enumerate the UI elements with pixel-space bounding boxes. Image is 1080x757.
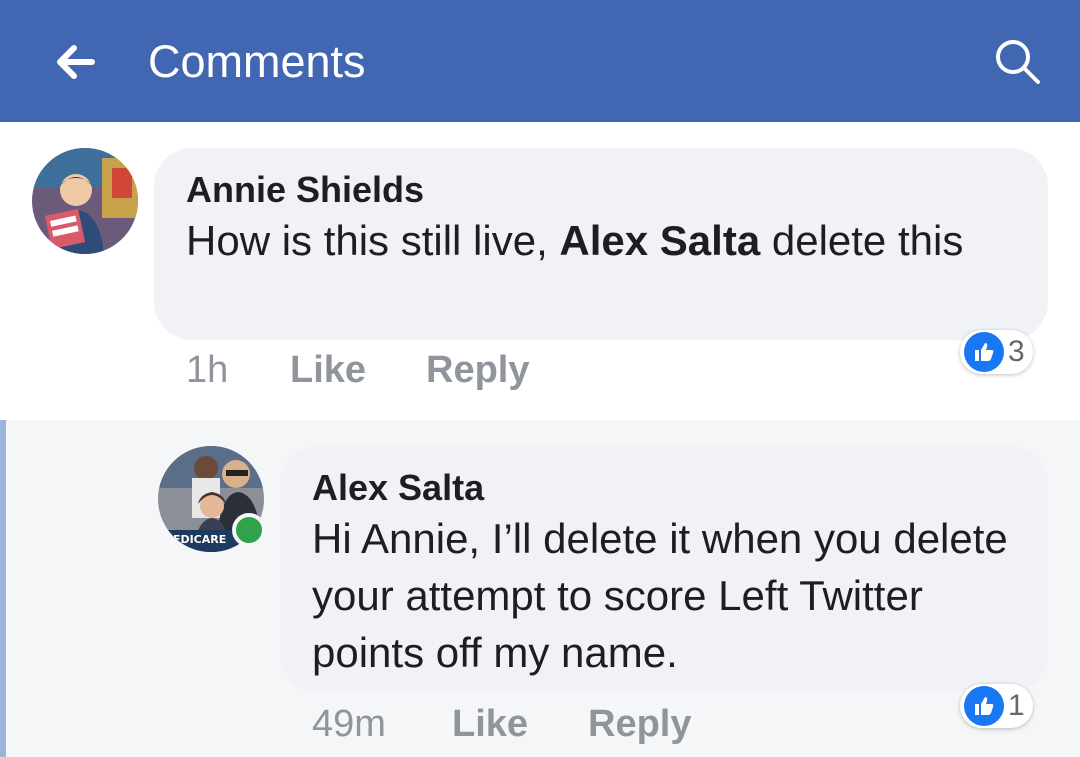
arrow-left-icon[interactable]	[48, 36, 100, 88]
reply-author[interactable]: Alex Salta	[312, 468, 484, 508]
comment-text: How is this still live, Alex Salta delet…	[186, 212, 1006, 269]
page-title: Comments	[148, 36, 366, 87]
like-button[interactable]: Like	[290, 348, 366, 392]
avatar-annie-shields[interactable]	[32, 148, 138, 254]
reaction-summary[interactable]: 3	[960, 330, 1033, 374]
like-button[interactable]: Like	[452, 702, 528, 746]
reaction-summary[interactable]: 1	[960, 684, 1033, 728]
reaction-count: 1	[1008, 689, 1025, 722]
thread-line	[0, 420, 6, 757]
reply-button[interactable]: Reply	[426, 348, 529, 392]
comment-author[interactable]: Annie Shields	[186, 170, 424, 210]
thumbs-up-icon	[964, 332, 1004, 372]
mention-link[interactable]: Alex Salta	[559, 217, 760, 264]
search-icon[interactable]	[990, 34, 1046, 90]
thumbs-up-icon	[964, 686, 1004, 726]
top-bar: Comments	[0, 0, 1080, 122]
reaction-count: 3	[1008, 335, 1025, 368]
comment-text-part: delete this	[760, 217, 964, 264]
reply-timestamp: 49m	[312, 703, 386, 745]
reply-text: Hi Annie, I’ll delete it when you delete…	[312, 515, 1008, 676]
online-status-indicator	[232, 513, 266, 547]
comment-text-part: How is this still live,	[186, 217, 560, 264]
comment-timestamp: 1h	[186, 349, 229, 391]
reply-button[interactable]: Reply	[588, 702, 691, 746]
